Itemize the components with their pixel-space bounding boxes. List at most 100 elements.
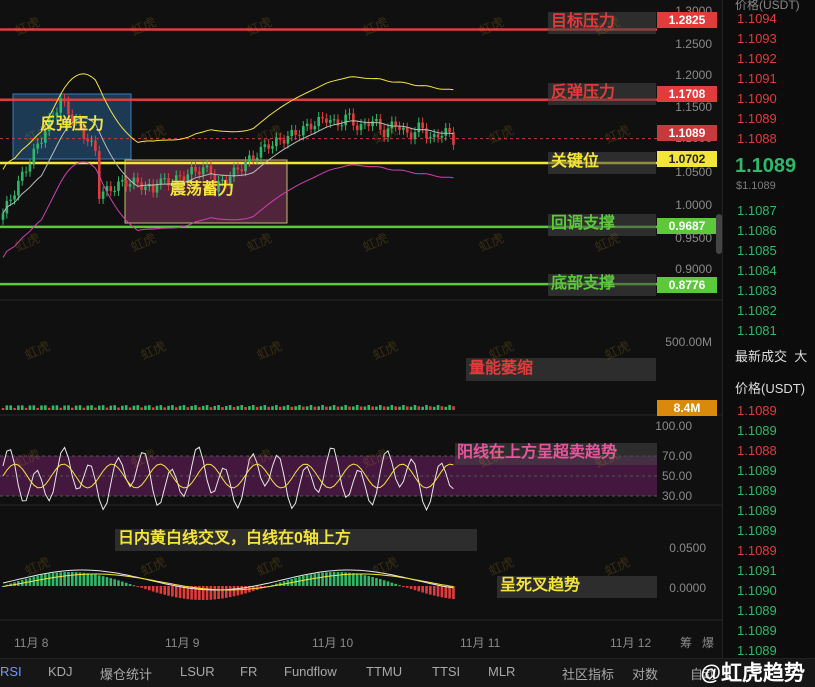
bid-price-row[interactable]: 1.1086	[737, 223, 777, 238]
indicator-tab[interactable]: 爆仓统计	[100, 664, 152, 683]
volume-bar	[278, 406, 282, 410]
volume-bar	[24, 407, 28, 410]
candle-body	[90, 140, 93, 142]
indicator-tab[interactable]: 对数	[632, 664, 658, 683]
indicator-tab[interactable]: Fundflow	[284, 664, 337, 679]
ask-price-row[interactable]: 1.1094	[737, 11, 777, 26]
bid-price-row[interactable]: 1.1084	[737, 263, 777, 278]
volume-bar	[121, 405, 124, 410]
trade-row: 1.1089	[737, 483, 777, 498]
macd-histogram-bar	[432, 586, 436, 596]
candle-body	[309, 123, 313, 130]
latest-trades-tab[interactable]: 最新成交 大	[735, 346, 807, 365]
indicator-tab[interactable]: RSI	[0, 664, 22, 679]
volume-bar	[55, 405, 59, 410]
macd-histogram-bar	[232, 586, 236, 597]
volume-bar	[78, 405, 82, 410]
latest-trades-label[interactable]: 最新成交	[735, 349, 787, 364]
candle-body	[286, 136, 290, 144]
volume-bar	[267, 406, 270, 410]
macd-histogram-bar	[313, 573, 317, 586]
indicator-tab[interactable]: FR	[240, 664, 257, 679]
volume-bar	[205, 405, 209, 410]
ask-price-row[interactable]: 1.1091	[737, 71, 777, 86]
volume-bar	[390, 405, 394, 410]
volume-bar	[294, 406, 297, 410]
ask-price-row[interactable]: 1.1092	[737, 51, 777, 66]
macd-histogram-bar	[121, 581, 124, 586]
bid-price-row[interactable]: 1.1082	[737, 303, 777, 318]
rsi-tick-50: 50.00	[661, 469, 692, 483]
volume-bar	[9, 405, 12, 410]
volume-bar	[409, 406, 413, 410]
price-tick: 1.2000	[675, 68, 712, 82]
candle-body	[432, 134, 436, 138]
price-tick: 1.0000	[675, 198, 712, 212]
volume-bar	[117, 407, 120, 410]
bid-price-row[interactable]: 1.1081	[737, 323, 777, 338]
ask-price-row[interactable]: 1.1088	[737, 131, 777, 146]
macd-histogram-bar	[113, 579, 116, 586]
volume-bar	[124, 405, 128, 410]
indicator-tab[interactable]: TTMU	[366, 664, 402, 679]
trade-row: 1.1089	[737, 543, 777, 558]
macd-histogram-bar	[309, 574, 313, 586]
indicator-tab[interactable]: KDJ	[48, 664, 73, 679]
ask-price-row[interactable]: 1.1093	[737, 31, 777, 46]
volume-bar	[113, 405, 116, 410]
volume-bar	[429, 406, 432, 410]
macd-histogram-bar	[151, 586, 155, 592]
indicator-tab[interactable]: MLR	[488, 664, 515, 679]
volume-bar	[74, 405, 78, 410]
macd-histogram-bar	[163, 586, 166, 595]
macd-histogram-bar	[144, 586, 147, 590]
candle-body	[328, 120, 332, 123]
candle-body	[332, 119, 336, 121]
candle-body	[340, 125, 344, 127]
large-trades-tab[interactable]: 大	[794, 349, 807, 364]
candle-body	[371, 121, 374, 127]
macd-histogram-bar	[425, 586, 428, 594]
candle-body	[444, 127, 448, 136]
date-tick-nov9: 11月 9	[165, 636, 200, 650]
candle-body	[325, 118, 328, 123]
trade-row: 1.1089	[737, 643, 777, 658]
indicator-tab[interactable]: 社区指标	[562, 664, 614, 683]
macd-histogram-bar	[444, 586, 448, 599]
macd-histogram-bar	[86, 573, 89, 586]
macd-tick-0050: 0.0500	[669, 541, 706, 555]
ask-price-row[interactable]: 1.1090	[737, 91, 777, 106]
price-tick: 1.1500	[675, 100, 712, 114]
macd-histogram-bar	[382, 580, 386, 586]
macd-histogram-bar	[332, 572, 336, 586]
corner-label-liq[interactable]: 爆	[702, 634, 714, 651]
volume-bar	[20, 405, 24, 410]
bid-price-row[interactable]: 1.1085	[737, 243, 777, 258]
macd-histogram-bar	[417, 586, 421, 592]
bid-price-row[interactable]: 1.1087	[737, 203, 777, 218]
volume-bar	[190, 405, 193, 410]
corner-label-chip[interactable]: 筹	[680, 634, 692, 651]
volume-bar	[440, 406, 444, 410]
macd-histogram-bar	[402, 586, 405, 587]
volume-bar	[144, 405, 147, 410]
volume-bar	[417, 406, 421, 410]
candle-body	[429, 137, 432, 139]
level-badge-rebound: 1.1708	[657, 86, 717, 102]
indicator-tab[interactable]: LSUR	[180, 664, 215, 679]
bid-price-row[interactable]: 1.1083	[737, 283, 777, 298]
level-badge-key: 1.0702	[657, 151, 717, 167]
volume-bar	[325, 406, 328, 410]
volume-badge: 8.4M	[657, 400, 717, 416]
ask-price-row[interactable]: 1.1089	[737, 111, 777, 126]
candle-body	[348, 113, 351, 115]
macd-histogram-bar	[363, 575, 367, 586]
candle-body	[313, 126, 317, 130]
volume-bar	[405, 406, 409, 410]
volume-bar	[5, 405, 9, 410]
rsi-tick-70: 70.00	[661, 449, 692, 463]
macd-histogram-bar	[352, 573, 355, 586]
volume-bar	[271, 406, 274, 410]
indicator-tab[interactable]: TTSI	[432, 664, 460, 679]
chart-area[interactable]: 1.30001.25001.20001.15001.10001.05001.00…	[0, 0, 722, 658]
